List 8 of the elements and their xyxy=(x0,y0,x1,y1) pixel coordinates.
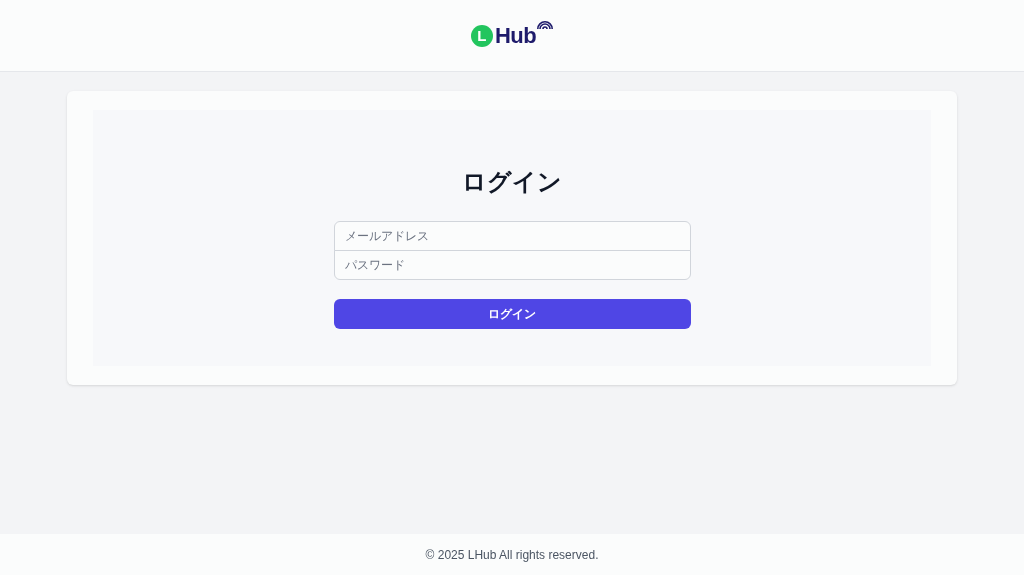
login-title: ログイン xyxy=(462,167,562,197)
login-button[interactable]: ログイン xyxy=(333,299,691,329)
signal-icon xyxy=(537,18,554,29)
email-field[interactable]: メールアドレス xyxy=(333,221,691,251)
password-field[interactable]: パスワード xyxy=(333,250,691,280)
copyright-text: © 2025 LHub All rights reserved. xyxy=(425,546,599,564)
logo-mark: L xyxy=(470,24,493,47)
logo-text: Hub xyxy=(494,24,537,47)
